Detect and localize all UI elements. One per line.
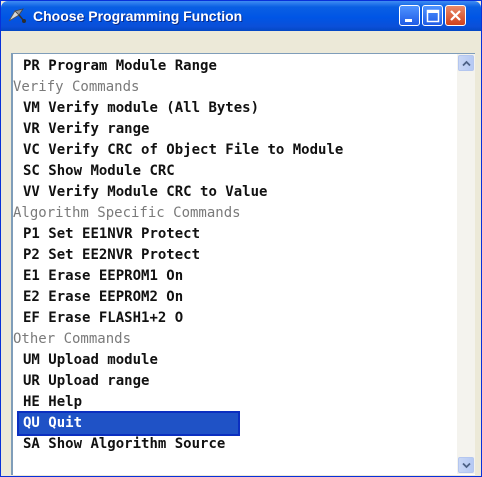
dialog-window: Choose Programming Function PR Program M… [0,0,482,477]
command-label: Verify Module CRC to Value [48,184,268,200]
function-listbox[interactable]: PR Program Module Range Verify Commands VM… [11,53,475,475]
command-label: Erase EEPROM2 On [48,289,184,305]
command-code: VC [23,142,40,158]
command-label: Show Module CRC [48,163,175,179]
command-code: E1 [23,268,40,284]
list-item[interactable]: VR Verify range [13,119,149,140]
list-item[interactable]: E2 Erase EEPROM2 On [13,287,183,308]
close-button[interactable] [445,5,466,26]
minimize-icon [405,19,412,22]
list-item[interactable]: EF Erase FLASH1+2 O [13,308,183,329]
list-item[interactable]: E1 Erase EEPROM1 On [13,266,183,287]
category-header: Algorithm Specific Commands [13,205,241,221]
function-list[interactable]: PR Program Module Range Verify Commands VM… [13,54,453,474]
command-label: Verify CRC of Object File to Module [48,142,344,158]
list-item[interactable]: VC Verify CRC of Object File to Module [13,140,343,161]
vertical-scrollbar[interactable] [457,54,475,474]
command-code: PR [23,58,40,74]
list-item[interactable]: HE Help [13,392,82,413]
command-label: Verify range [48,121,150,137]
command-label: Help [48,394,83,410]
command-label: Verify module (All Bytes) [48,100,260,116]
list-item[interactable]: PR Program Module Range [13,56,217,77]
list-item[interactable]: P2 Set EE2NVR Protect [13,245,200,266]
command-code: VR [23,121,40,137]
command-code: SA [23,436,40,452]
command-label: Quit [48,415,83,431]
list-item[interactable]: VV Verify Module CRC to Value [13,182,267,203]
command-label: Set EE1NVR Protect [48,226,201,242]
command-code: P2 [23,247,40,263]
command-code: SC [23,163,40,179]
command-label: Upload range [48,373,150,389]
minimize-button[interactable] [399,5,420,26]
window-title: Choose Programming Function [33,8,243,24]
command-code: VV [23,184,40,200]
chevron-up-icon [462,60,471,67]
command-code: E2 [23,289,40,305]
command-code: QU [23,415,40,431]
chevron-down-icon [462,462,471,469]
command-label: Erase EEPROM1 On [48,268,184,284]
maximize-button[interactable] [422,5,443,26]
scroll-up-button[interactable] [458,55,474,71]
list-item[interactable]: VM Verify module (All Bytes) [13,98,259,119]
command-label: Show Algorithm Source [48,436,226,452]
list-item[interactable]: UM Upload module [13,350,158,371]
category-header: Other Commands [13,331,132,347]
command-label: Erase FLASH1+2 O [48,310,184,326]
scroll-down-button[interactable] [458,457,474,473]
maximize-icon [426,9,440,23]
command-code: EF [23,310,40,326]
list-item[interactable]: SA Show Algorithm Source [13,434,225,455]
command-code: UR [23,373,40,389]
command-code: HE [23,394,40,410]
list-item[interactable]: P1 Set EE1NVR Protect [13,224,200,245]
close-icon [450,10,461,21]
list-item[interactable]: QU Quit [17,411,240,436]
command-code: P1 [23,226,40,242]
list-item[interactable]: UR Upload range [13,371,149,392]
satellite-app-icon [7,7,27,25]
command-label: Program Module Range [48,58,217,74]
title-bar[interactable]: Choose Programming Function [1,1,481,31]
command-code: VM [23,100,40,116]
category-header: Verify Commands [13,79,140,95]
list-item[interactable]: SC Show Module CRC [13,161,175,182]
command-code: UM [23,352,40,368]
command-label: Upload module [48,352,158,368]
command-label: Set EE2NVR Protect [48,247,201,263]
